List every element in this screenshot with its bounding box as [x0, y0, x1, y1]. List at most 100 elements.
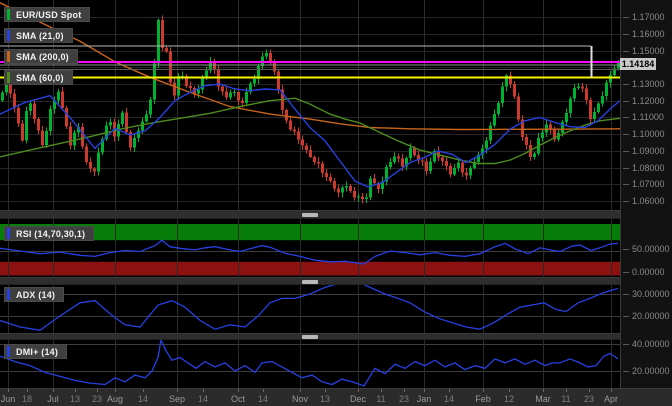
dmi-axis-label-tick [623, 371, 629, 372]
time-label-day: 14 [250, 394, 276, 404]
adx-axis-label: 20.00000 [632, 311, 670, 321]
time-tick-mark [509, 389, 510, 392]
time-tick-mark [27, 389, 28, 392]
time-tick-mark [404, 389, 405, 392]
sma200-line [0, 3, 620, 130]
panel-divider[interactable] [0, 210, 620, 219]
price-tick-label: 1.08000 [632, 163, 665, 173]
time-tick-mark [143, 389, 144, 392]
dmi-axis-label: 20.00000 [632, 366, 670, 376]
divider-handle[interactable] [302, 280, 318, 284]
legend-sma200[interactable]: SMA (200,0) [4, 49, 78, 64]
time-label-month: Feb [470, 394, 496, 404]
price-tick-label: 1.07000 [632, 179, 665, 189]
price-tick-label-tick [623, 101, 629, 102]
time-tick-mark [238, 389, 239, 392]
price-tick-label: 1.15000 [632, 46, 665, 56]
time-label-day: 13 [312, 394, 338, 404]
time-tick-mark [115, 389, 116, 392]
instrument-label: EUR/USD Spot [10, 10, 89, 20]
dmi-axis-label-tick [623, 344, 629, 345]
time-tick-mark [543, 389, 544, 392]
time-tick-mark [358, 389, 359, 392]
price-tick-label-tick [623, 151, 629, 152]
time-tick-mark [75, 389, 76, 392]
rsi-line [0, 240, 618, 264]
time-tick-mark [611, 389, 612, 392]
candlesticks [1, 15, 620, 203]
rsi-axis-label-tick [623, 249, 629, 250]
legend-rsi[interactable]: RSI (14,70,30,1) [4, 226, 94, 241]
adx-line [0, 285, 618, 330]
time-label-day: 12 [496, 394, 522, 404]
time-label-day: 14 [436, 394, 462, 404]
time-tick-mark [53, 389, 54, 392]
time-tick-mark [325, 389, 326, 392]
panel-divider[interactable] [0, 277, 620, 285]
price-tick-label: 1.09000 [632, 146, 665, 156]
legend-dmi[interactable]: DMI+ (14) [4, 344, 67, 359]
price-tick-label: 1.17000 [632, 12, 665, 22]
price-tick-label: 1.12000 [632, 96, 665, 106]
price-tick-label-tick [623, 117, 629, 118]
time-label-month: Oct [225, 394, 251, 404]
time-label-day: 18 [14, 394, 40, 404]
divider-handle[interactable] [302, 213, 318, 217]
rsi-axis-label: 50.00000 [632, 244, 670, 254]
main-price-chart[interactable] [0, 0, 620, 210]
price-tick-label: 1.10000 [632, 129, 665, 139]
time-tick-mark [381, 389, 382, 392]
time-tick-mark [300, 389, 301, 392]
legend-sma60[interactable]: SMA (60,0) [4, 70, 73, 85]
time-tick-mark [449, 389, 450, 392]
time-tick-mark [8, 389, 9, 392]
sma60-label: SMA (60,0) [10, 73, 72, 83]
legend-adx[interactable]: ADX (14) [4, 287, 64, 302]
dmi-axis-label: 40.00000 [632, 339, 670, 349]
sma21-label: SMA (21,0) [10, 31, 72, 41]
price-tick-label: 1.13000 [632, 79, 665, 89]
rsi-axis-label-tick [623, 272, 629, 273]
price-tick-label: 1.06000 [632, 196, 665, 206]
time-label-month: Apr [598, 394, 624, 404]
price-tick-label-tick [623, 201, 629, 202]
adx-label: ADX (14) [10, 290, 63, 300]
price-tick-label: 1.16000 [632, 29, 665, 39]
divider-handle[interactable] [302, 335, 318, 339]
dmi-indicator-panel[interactable] [0, 340, 620, 388]
time-axis[interactable]: Jun18Jul1323Aug14Sep14Oct14Nov13Dec1123J… [0, 388, 672, 406]
current-price-tag: 1.14184 [620, 58, 656, 70]
price-tick-label-tick [623, 51, 629, 52]
adx-axis-label: 30.00000 [632, 289, 670, 299]
rsi-axis-label: 0.00000 [632, 267, 665, 277]
time-label-month: Nov [287, 394, 313, 404]
dmi-label: DMI+ (14) [10, 347, 66, 357]
price-tick-label-tick [623, 84, 629, 85]
price-tick-label-tick [623, 184, 629, 185]
adx-axis-label-tick [623, 316, 629, 317]
adx-gridlines [0, 285, 620, 333]
rsi-label: RSI (14,70,30,1) [10, 229, 93, 239]
price-tick-label: 1.11000 [632, 112, 664, 122]
time-label-month: Sep [164, 394, 190, 404]
legend-instrument[interactable]: EUR/USD Spot [4, 7, 90, 22]
sma200-label: SMA (200,0) [10, 52, 77, 62]
panel-divider[interactable] [0, 333, 620, 340]
time-tick-mark [424, 389, 425, 392]
price-tick-label-tick [623, 34, 629, 35]
adx-indicator-panel[interactable] [0, 285, 620, 333]
time-label-month: Aug [102, 394, 128, 404]
price-tick-label-tick [623, 134, 629, 135]
main-gridlines [0, 0, 620, 210]
time-label-month: Jan [411, 394, 437, 404]
time-tick-mark [263, 389, 264, 392]
trading-chart-window: EUR/USD Spot SMA (21,0) SMA (200,0) SMA … [0, 0, 672, 406]
legend-sma21[interactable]: SMA (21,0) [4, 28, 73, 43]
adx-axis-label-tick [623, 294, 629, 295]
price-tick-label-tick [623, 17, 629, 18]
time-tick-mark [589, 389, 590, 392]
dmi-line [0, 340, 618, 386]
time-label-day: 14 [130, 394, 156, 404]
time-tick-mark [97, 389, 98, 392]
time-tick-mark [566, 389, 567, 392]
